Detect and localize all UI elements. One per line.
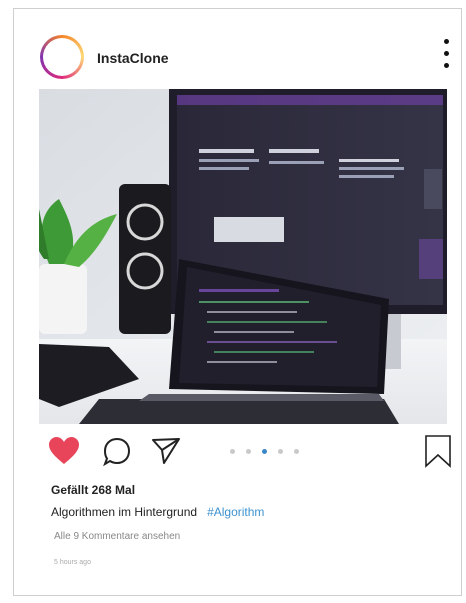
send-icon[interactable] [150,436,182,466]
hashtag-link[interactable]: #Algorithm [207,505,264,519]
post-header: InstaClone [14,9,461,89]
likes-count[interactable]: Gefällt 268 Mal [51,483,135,497]
carousel-dot[interactable] [278,449,283,454]
post-card: InstaClone Gefällt 268 Mal Algorithmen i… [13,8,462,596]
comment-icon[interactable] [102,437,134,467]
more-vertical-icon[interactable] [441,39,451,79]
post-timestamp: 5 hours ago [54,559,91,566]
carousel-indicator [230,449,299,457]
carousel-dot[interactable] [230,449,235,454]
username[interactable]: InstaClone [97,50,169,66]
carousel-dot[interactable] [294,449,299,454]
caption-text: Algorithmen im Hintergrund [51,505,198,519]
heart-icon[interactable] [48,436,80,466]
action-bar [14,434,461,474]
view-comments-link[interactable]: Alle 9 Kommentare ansehen [54,531,180,542]
bookmark-icon[interactable] [423,434,453,468]
carousel-dot[interactable] [246,449,251,454]
post-caption: Algorithmen im Hintergrund #Algorithm [51,505,264,519]
carousel-dot-active[interactable] [262,449,267,454]
avatar[interactable] [40,35,84,79]
post-image[interactable] [39,89,447,424]
